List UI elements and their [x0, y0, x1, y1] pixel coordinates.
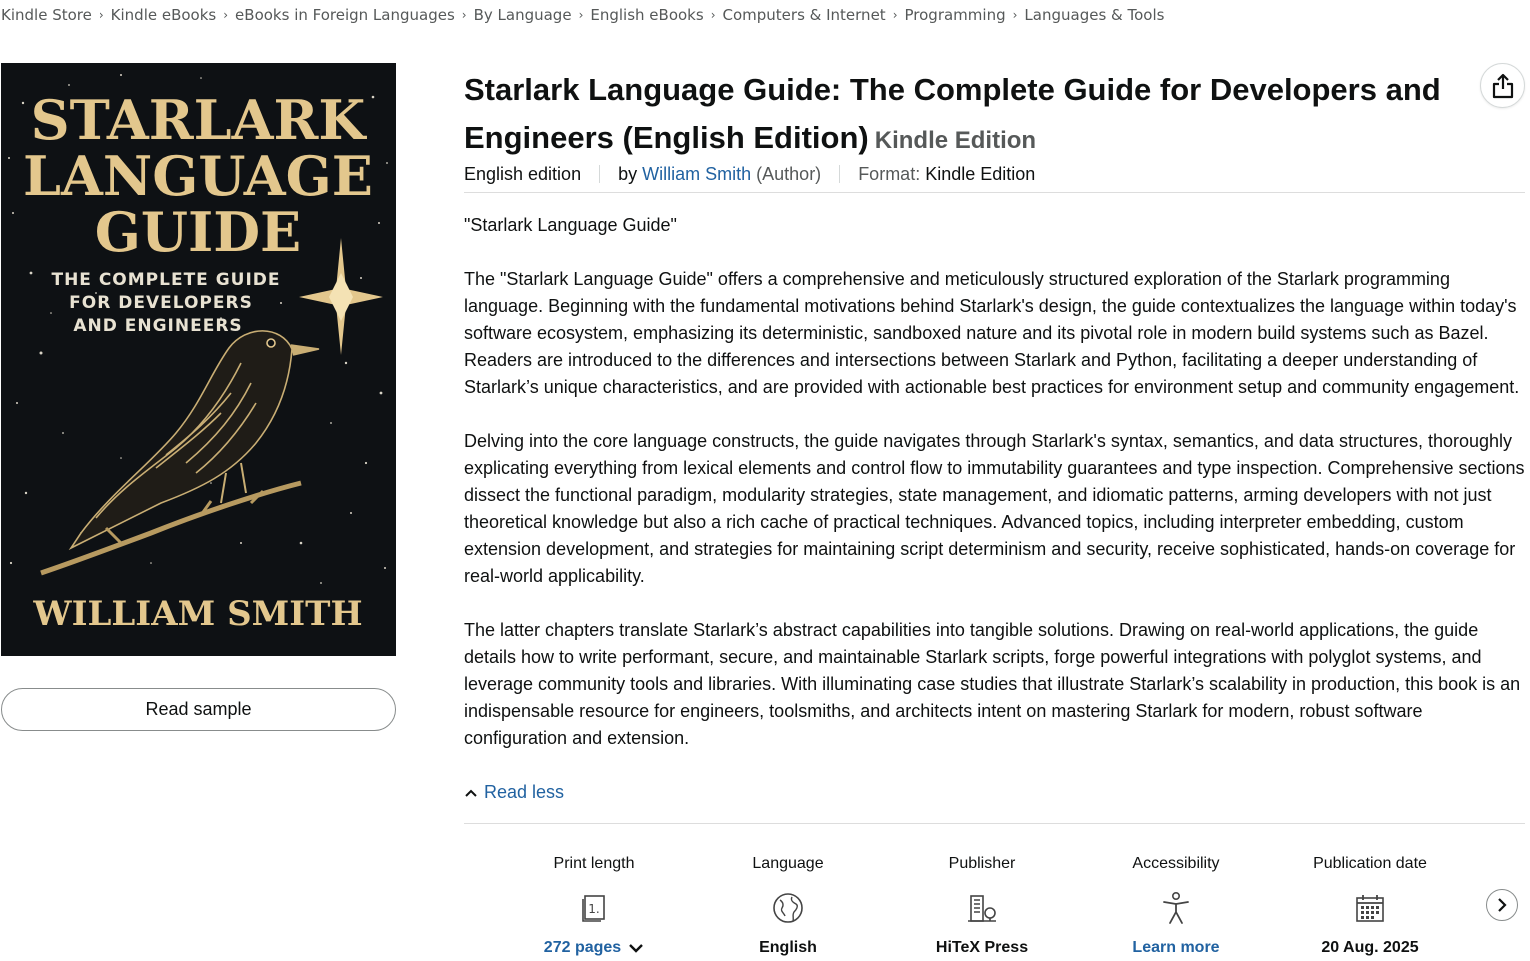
detail-publication-date: Publication date 20 Aug. 2025 [1273, 848, 1467, 961]
print-length-link[interactable]: 272 pages [544, 935, 644, 961]
book-pages-icon: 1. [582, 894, 605, 922]
breadcrumb-separator: › [223, 8, 229, 22]
format-label: Format: [858, 163, 921, 184]
detail-label: Publisher [948, 855, 1016, 872]
breadcrumb: Kindle Store › Kindle eBooks › eBooks in… [1, 4, 1164, 26]
breadcrumb-computers-internet[interactable]: Computers & Internet [723, 6, 886, 24]
read-less-label: Read less [484, 782, 565, 802]
detail-print-length: Print length 1. 272 pages [497, 848, 691, 961]
detail-value: 20 Aug. 2025 [1321, 939, 1419, 956]
author-role: (Author) [756, 163, 822, 184]
byline-divider [839, 165, 841, 183]
building-icon [968, 894, 996, 922]
divider [464, 192, 1525, 193]
breadcrumb-separator: › [892, 8, 898, 22]
breadcrumb-separator: › [710, 8, 716, 22]
breadcrumb-foreign-languages[interactable]: eBooks in Foreign Languages [235, 6, 455, 24]
breadcrumb-languages-tools[interactable]: Languages & Tools [1024, 6, 1164, 24]
description-paragraph: The "Starlark Language Guide" offers a c… [464, 269, 1520, 397]
detail-accessibility: Accessibility Learn more [1079, 848, 1273, 961]
breadcrumb-kindle-ebooks[interactable]: Kindle eBooks [111, 6, 217, 24]
edition-label: English edition [464, 163, 582, 184]
description-paragraph: The latter chapters translate Starlark’s… [464, 620, 1521, 748]
read-less-link[interactable]: Read less [464, 779, 564, 806]
calendar-icon [1356, 894, 1384, 922]
breadcrumb-programming[interactable]: Programming [905, 6, 1006, 24]
cover-subtitle-line-2: FOR DEVELOPERS [69, 293, 253, 313]
breadcrumb-separator: › [1012, 8, 1018, 22]
cover-title-line-3: GUIDE [95, 200, 301, 264]
breadcrumb-kindle-store[interactable]: Kindle Store [1, 6, 92, 24]
chevron-down-icon [629, 944, 644, 953]
detail-value: HiTeX Press [935, 939, 1029, 956]
breadcrumb-separator: › [578, 8, 584, 22]
format-value: Kindle Edition [925, 163, 1036, 184]
cover-author: WILLIAM SMITH [32, 594, 362, 634]
share-button[interactable] [1480, 63, 1525, 108]
cover-subtitle-line-3: AND ENGINEERS [73, 316, 242, 336]
book-description: "Starlark Language Guide" The "Starlark … [464, 212, 1526, 752]
detail-label: Print length [553, 855, 635, 872]
svg-text:1.: 1. [588, 902, 599, 916]
divider [464, 823, 1525, 824]
detail-publisher: Publisher HiTeX Press [885, 848, 1079, 961]
cover-title-line-2: LANGUAGE [23, 144, 373, 208]
detail-value: English [759, 939, 817, 956]
globe-icon [773, 892, 803, 923]
detail-label: Publication date [1313, 855, 1427, 872]
cover-title-line-1: STARLARK [31, 88, 368, 152]
edition-badge: Kindle Edition [874, 127, 1037, 154]
share-icon [1492, 73, 1513, 98]
byline: English edition by William Smith (Author… [464, 161, 1035, 187]
carousel-next-button[interactable] [1486, 889, 1518, 921]
description-paragraph: "Starlark Language Guide" [464, 215, 677, 235]
book-cover-image[interactable]: STARLARK LANGUAGE GUIDE THE COMPLETE GUI… [1, 63, 396, 656]
product-details-carousel: Print length 1. 272 pages Language Engli… [497, 848, 1467, 961]
read-sample-button[interactable]: Read sample [1, 688, 396, 731]
chevron-up-icon [465, 789, 477, 797]
chevron-right-icon [1498, 898, 1507, 912]
learn-more-link[interactable]: Learn more [1132, 935, 1219, 961]
breadcrumb-english-ebooks[interactable]: English eBooks [590, 6, 703, 24]
detail-language: Language English [691, 848, 885, 961]
byline-divider [599, 165, 601, 183]
accessibility-icon [1163, 891, 1189, 924]
product-title: Starlark Language Guide: The Complete Gu… [464, 66, 1464, 165]
breadcrumb-separator: › [461, 8, 467, 22]
author-link[interactable]: William Smith [642, 164, 751, 185]
by-prefix: by [618, 163, 638, 184]
breadcrumb-separator: › [98, 8, 104, 22]
detail-label: Accessibility [1132, 855, 1220, 872]
breadcrumb-by-language[interactable]: By Language [474, 6, 572, 24]
detail-value: 272 pages [543, 939, 622, 956]
cover-subtitle-line-1: THE COMPLETE GUIDE [51, 270, 280, 290]
description-paragraph: Delving into the core language construct… [464, 431, 1525, 586]
detail-label: Language [752, 855, 824, 872]
